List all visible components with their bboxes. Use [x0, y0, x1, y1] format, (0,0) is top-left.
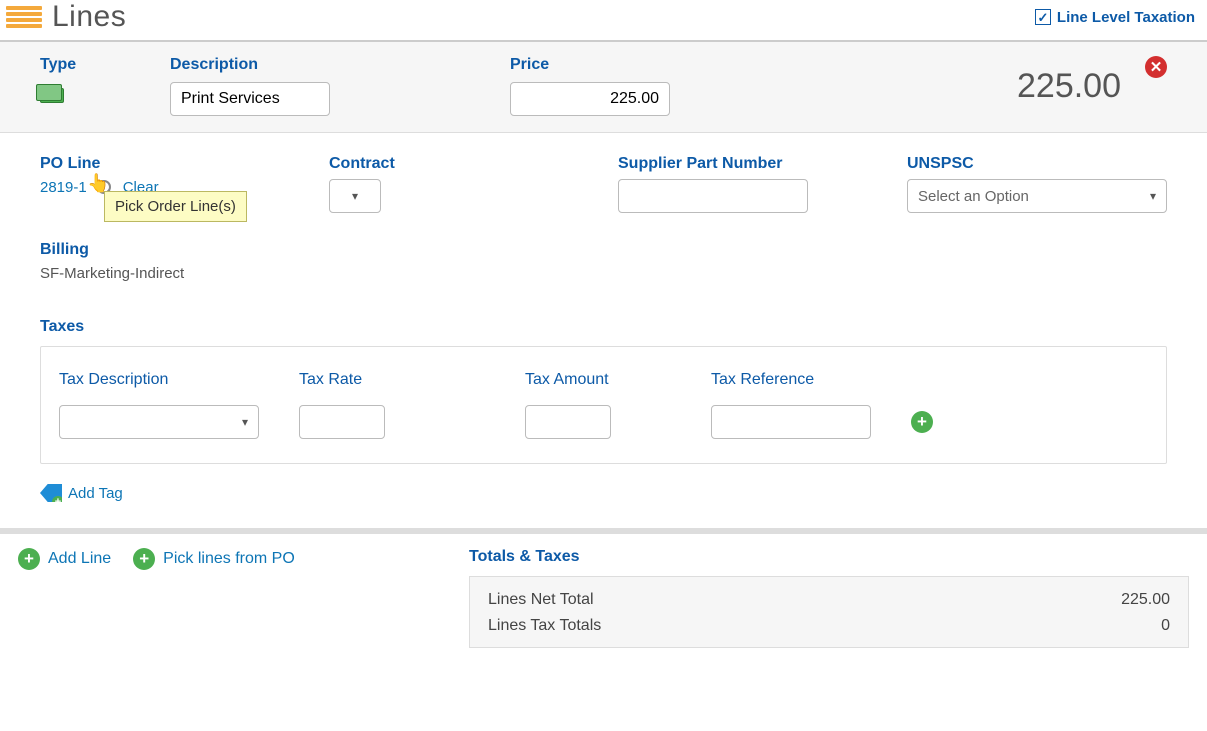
plus-circle-icon: + — [18, 548, 40, 570]
add-line-button[interactable]: + Add Line — [18, 548, 111, 570]
tax-amount-field: Tax Amount — [525, 371, 611, 439]
po-line-link[interactable]: 2819-1 — [40, 179, 87, 196]
description-input[interactable] — [170, 82, 330, 116]
tax-rate-input[interactable] — [299, 405, 385, 439]
lines-net-total-value: 225.00 — [1121, 591, 1170, 609]
tag-plus-icon — [40, 484, 62, 502]
price-input[interactable] — [510, 82, 670, 116]
add-tax-button[interactable]: + — [911, 411, 933, 433]
contract-dropdown[interactable]: ▾ — [329, 179, 381, 213]
contract-field: Contract ▾ — [329, 155, 618, 213]
add-line-label: Add Line — [48, 550, 111, 568]
pick-lines-from-po-button[interactable]: + Pick lines from PO — [133, 548, 295, 570]
divider — [0, 528, 1207, 534]
taxes-label: Taxes — [40, 318, 1167, 336]
tax-description-dropdown[interactable]: ▾ — [59, 405, 259, 439]
description-label: Description — [170, 56, 510, 74]
totals-title: Totals & Taxes — [469, 548, 1189, 566]
lines-icon — [6, 6, 42, 28]
unspsc-placeholder: Select an Option — [918, 188, 1029, 205]
po-line-tooltip: Pick Order Line(s) — [104, 191, 247, 222]
billing-label: Billing — [40, 241, 184, 259]
chevron-down-icon: ▾ — [1150, 189, 1156, 203]
unspsc-dropdown[interactable]: Select an Option ▾ — [907, 179, 1167, 213]
supplier-part-number-input[interactable] — [618, 179, 808, 213]
tax-amount-label: Tax Amount — [525, 371, 611, 389]
description-field: Description — [170, 56, 510, 116]
contract-label: Contract — [329, 155, 618, 173]
tax-amount-input[interactable] — [525, 405, 611, 439]
taxes-box: Tax Description ▾ Tax Rate Tax Amount Ta… — [40, 346, 1167, 464]
lines-net-total-row: Lines Net Total 225.00 — [488, 591, 1170, 609]
lines-net-total-label: Lines Net Total — [488, 591, 594, 609]
checkbox-checked-icon: ✓ — [1035, 9, 1051, 25]
add-tag-label: Add Tag — [68, 485, 123, 502]
pick-lines-label: Pick lines from PO — [163, 550, 295, 568]
page-title: Lines — [52, 0, 126, 34]
tax-reference-field: Tax Reference — [711, 371, 871, 439]
tax-reference-label: Tax Reference — [711, 371, 871, 389]
type-label: Type — [40, 56, 170, 74]
tax-rate-field: Tax Rate — [299, 371, 385, 439]
supplier-part-number-field: Supplier Part Number — [618, 155, 907, 213]
tax-description-label: Tax Description — [59, 371, 259, 389]
chevron-down-icon: ▾ — [352, 189, 358, 203]
totals-box: Lines Net Total 225.00 Lines Tax Totals … — [469, 576, 1189, 648]
price-label: Price — [510, 56, 670, 74]
line-level-taxation-toggle[interactable]: ✓ Line Level Taxation — [1035, 9, 1195, 26]
unspsc-label: UNSPSC — [907, 155, 1167, 173]
unspsc-field: UNSPSC Select an Option ▾ — [907, 155, 1167, 213]
price-field: Price — [510, 56, 670, 116]
type-field: Type — [40, 56, 170, 103]
line-summary-row: Type Description Price 225.00 ✕ — [0, 42, 1207, 133]
lines-section-header: Lines ✓ Line Level Taxation — [0, 0, 1207, 42]
tax-description-field: Tax Description ▾ — [59, 371, 259, 439]
billing-value: SF-Marketing-Indirect — [40, 265, 184, 282]
tax-rate-label: Tax Rate — [299, 371, 385, 389]
add-tag-button[interactable]: Add Tag — [40, 484, 1167, 502]
section-header-left: Lines — [6, 0, 126, 34]
line-total: 225.00 — [1017, 67, 1121, 106]
delete-line-button[interactable]: ✕ — [1145, 56, 1167, 78]
po-line-label: PO Line — [40, 155, 329, 173]
tax-reference-input[interactable] — [711, 405, 871, 439]
line-level-taxation-label: Line Level Taxation — [1057, 9, 1195, 26]
currency-icon — [40, 88, 64, 103]
plus-circle-icon: + — [133, 548, 155, 570]
footer: + Add Line + Pick lines from PO Totals &… — [0, 548, 1207, 648]
totals-panel: Totals & Taxes Lines Net Total 225.00 Li… — [469, 548, 1189, 648]
line-detail: PO Line 2819-1 Clear Contract ▾ Supplier… — [0, 133, 1207, 510]
chevron-down-icon: ▾ — [242, 415, 248, 429]
lines-tax-totals-value: 0 — [1161, 617, 1170, 635]
lines-tax-totals-row: Lines Tax Totals 0 — [488, 617, 1170, 635]
lines-tax-totals-label: Lines Tax Totals — [488, 617, 601, 635]
supplier-part-number-label: Supplier Part Number — [618, 155, 907, 173]
billing-field: Billing SF-Marketing-Indirect — [40, 241, 184, 282]
